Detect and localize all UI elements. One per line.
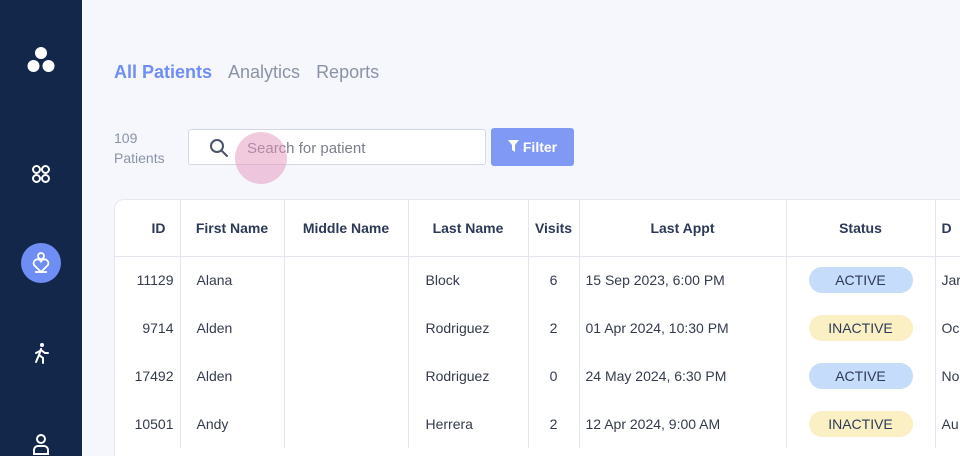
table-header-row: ID First Name Middle Name Last Name Visi…: [115, 200, 960, 257]
cell-status: ACTIVE: [786, 256, 936, 304]
cell-status: INACTIVE: [786, 400, 936, 448]
cell-last-appt: 15 Sep 2023, 6:00 PM: [579, 256, 787, 304]
table-row[interactable]: 9714 Alden Rodriguez 2 01 Apr 2024, 10:3…: [115, 304, 960, 352]
tab-analytics[interactable]: Analytics: [228, 62, 300, 83]
cell-middle-name: [284, 304, 409, 352]
cell-extra: Oc: [935, 304, 960, 352]
cell-visits: 0: [528, 352, 580, 400]
cell-id: 9714: [115, 304, 181, 352]
cell-visits: 6: [528, 256, 580, 304]
cell-last-appt: 12 Apr 2024, 9:00 AM: [579, 400, 787, 448]
column-header-last-appt[interactable]: Last Appt: [579, 200, 787, 257]
search-input[interactable]: [247, 137, 477, 159]
cell-middle-name: [284, 256, 409, 304]
column-header-d[interactable]: D: [935, 200, 960, 257]
cell-extra: Au: [935, 400, 960, 448]
cell-first-name: Andy: [180, 400, 285, 448]
cell-last-appt: 24 May 2024, 6:30 PM: [579, 352, 787, 400]
search-icon: [209, 138, 229, 163]
cell-last-name: Rodriguez: [408, 352, 529, 400]
tab-bar: All Patients Analytics Reports: [114, 62, 379, 83]
cell-last-appt: 01 Apr 2024, 10:30 PM: [579, 304, 787, 352]
column-header-last-name[interactable]: Last Name: [408, 200, 529, 257]
cell-visits: 2: [528, 400, 580, 448]
cell-id: 10501: [115, 400, 181, 448]
heart-person-icon[interactable]: [21, 243, 61, 283]
cell-last-name: Herrera: [408, 400, 529, 448]
status-badge: INACTIVE: [808, 315, 913, 341]
cell-middle-name: [284, 400, 409, 448]
cell-middle-name: [284, 352, 409, 400]
grid-icon[interactable]: [21, 154, 61, 194]
cell-id: 11129: [115, 256, 181, 304]
patient-count: 109 Patients: [114, 128, 165, 168]
patient-count-number: 109: [114, 130, 138, 146]
column-header-id[interactable]: ID: [115, 200, 181, 257]
funnel-icon: [507, 139, 519, 155]
cell-status: INACTIVE: [786, 304, 936, 352]
column-header-status[interactable]: Status: [786, 200, 936, 257]
column-header-middle-name[interactable]: Middle Name: [284, 200, 409, 257]
cell-first-name: Alden: [180, 304, 285, 352]
filter-button-label: Filter: [522, 139, 558, 155]
user-icon[interactable]: [21, 424, 61, 456]
table-row[interactable]: 11129 Alana Block 6 15 Sep 2023, 6:00 PM…: [115, 256, 960, 304]
cell-last-name: Rodriguez: [408, 304, 529, 352]
cell-status: ACTIVE: [786, 352, 936, 400]
cell-first-name: Alden: [180, 352, 285, 400]
tab-reports[interactable]: Reports: [316, 62, 379, 83]
status-badge: ACTIVE: [808, 267, 913, 294]
patients-table-card: ID First Name Middle Name Last Name Visi…: [114, 199, 960, 456]
cell-extra: Jar: [935, 256, 960, 304]
walking-person-icon[interactable]: [21, 333, 61, 373]
cell-first-name: Alana: [180, 256, 285, 304]
patients-table: ID First Name Middle Name Last Name Visi…: [115, 200, 960, 448]
search-box: [188, 129, 486, 165]
cell-id: 17492: [115, 352, 181, 400]
column-header-first-name[interactable]: First Name: [180, 200, 285, 257]
patient-count-label: Patients: [114, 150, 165, 166]
table-row[interactable]: 10501 Andy Herrera 2 12 Apr 2024, 9:00 A…: [115, 400, 960, 448]
three-circles-logo-icon[interactable]: [21, 40, 61, 80]
sidebar: [0, 0, 82, 456]
table-row[interactable]: 17492 Alden Rodriguez 0 24 May 2024, 6:3…: [115, 352, 960, 400]
status-badge: INACTIVE: [808, 411, 913, 437]
cell-extra: No: [935, 352, 960, 400]
column-header-visits[interactable]: Visits: [528, 200, 580, 257]
filter-button[interactable]: Filter: [491, 128, 574, 166]
tab-all-patients[interactable]: All Patients: [114, 62, 212, 83]
status-badge: ACTIVE: [808, 363, 913, 389]
cell-last-name: Block: [408, 256, 529, 304]
cell-visits: 2: [528, 304, 580, 352]
